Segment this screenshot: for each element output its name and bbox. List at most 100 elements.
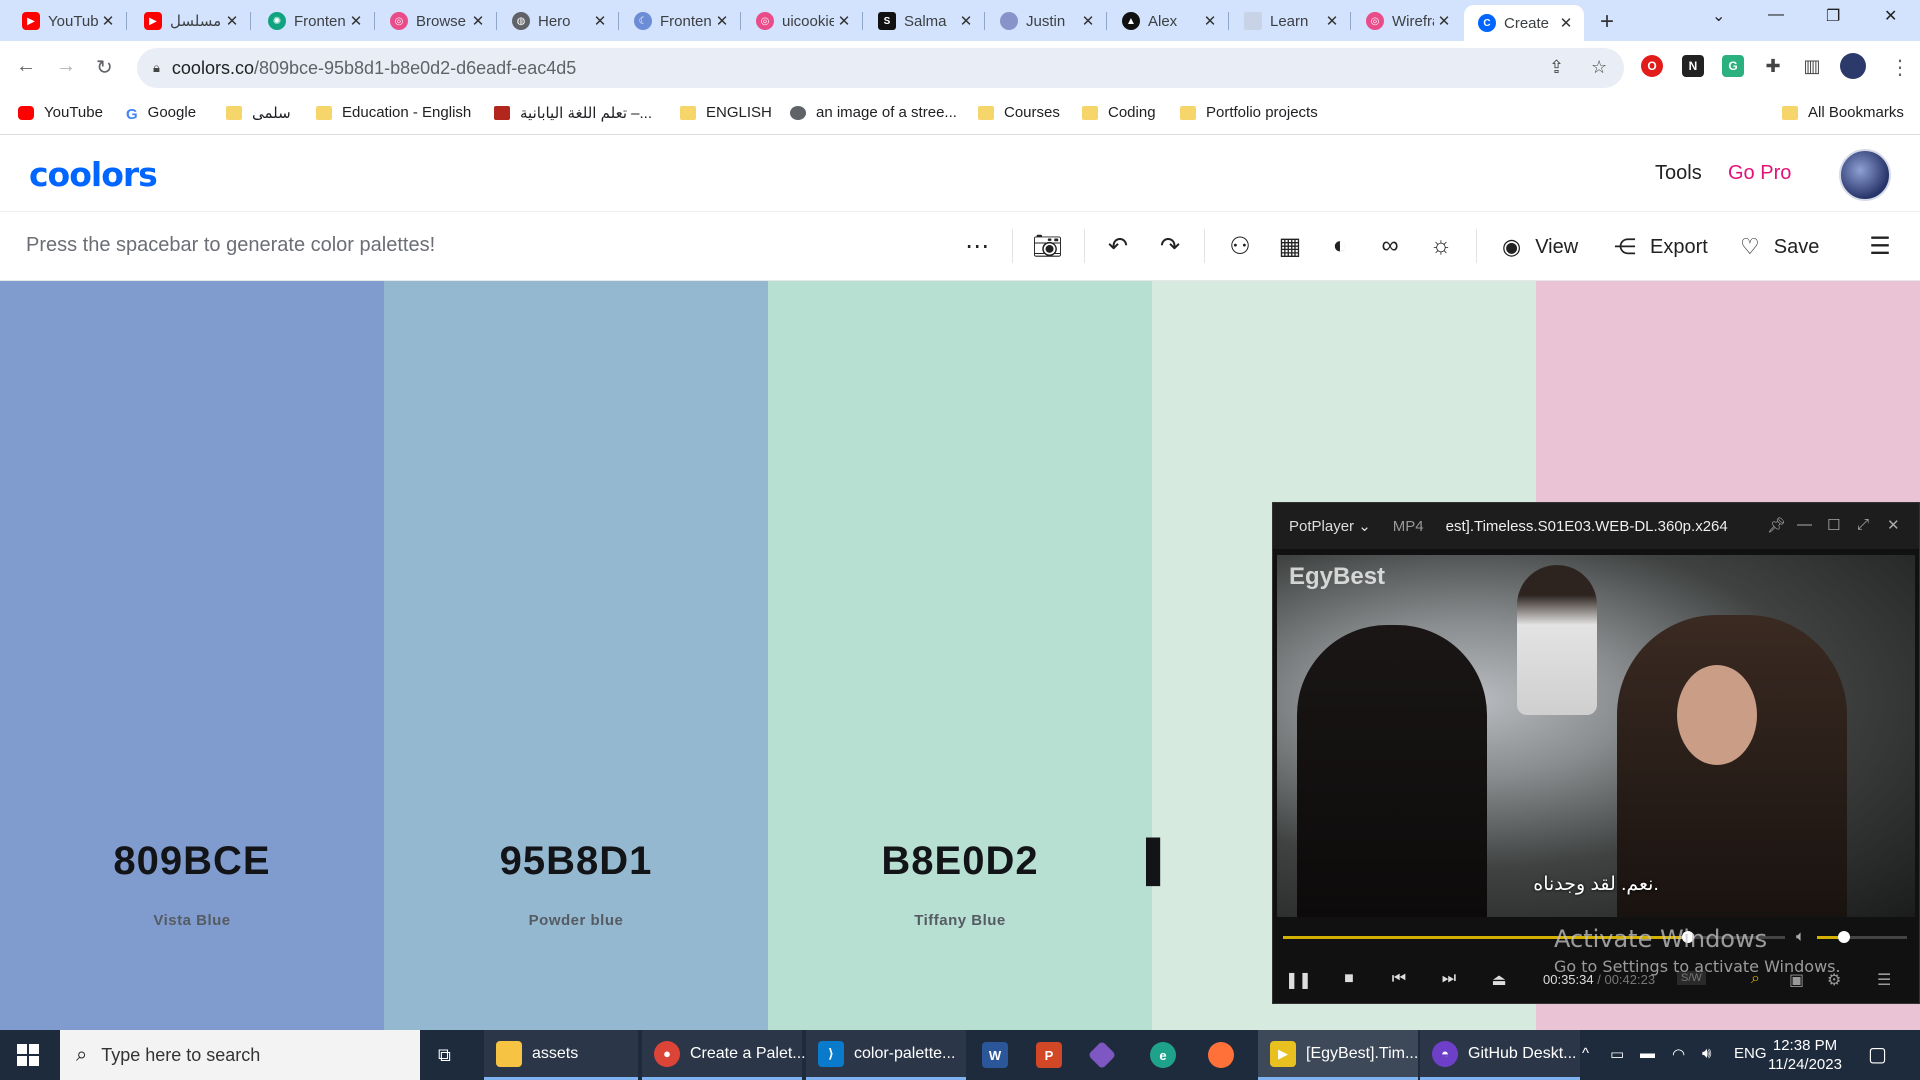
go-pro-link[interactable]: Go Pro: [1728, 162, 1791, 185]
notifications-icon[interactable]: ▢: [1868, 1042, 1887, 1067]
taskbar-app-github[interactable]: ◓ GitHub Deskt...: [1420, 1030, 1580, 1080]
close-tab-icon[interactable]: ✕: [834, 12, 854, 30]
glasses-icon[interactable]: ∞: [1375, 232, 1405, 260]
close-tab-icon[interactable]: ✕: [222, 12, 242, 30]
browser-tab[interactable]: Justin ✕: [986, 6, 1107, 36]
browser-tab[interactable]: ✺ Frontend ✕: [254, 6, 375, 36]
next-icon[interactable]: ⏭︎: [1437, 970, 1461, 988]
taskbar-app-edge[interactable]: e: [1138, 1030, 1188, 1080]
browser-tab[interactable]: ▶ YouTube ✕: [8, 6, 127, 36]
bookmark-image[interactable]: an image of a stree...: [790, 104, 957, 121]
language-indicator[interactable]: ENG: [1734, 1045, 1767, 1062]
chrome-menu-icon[interactable]: ⋮: [1890, 55, 1910, 80]
close-tab-icon[interactable]: ✕: [1434, 12, 1454, 30]
save-button[interactable]: ♡ Save: [1740, 234, 1819, 260]
new-tab-button[interactable]: +: [1600, 8, 1614, 36]
bookmark-youtube[interactable]: YouTube: [18, 104, 103, 121]
close-window-button[interactable]: ✕: [1884, 6, 1897, 26]
fullscreen-icon[interactable]: ⤢: [1857, 516, 1869, 533]
notion-extension-icon[interactable]: N: [1682, 55, 1704, 77]
tools-link[interactable]: Tools: [1655, 162, 1702, 185]
minimize-button[interactable]: —: [1768, 6, 1784, 24]
close-tab-icon[interactable]: ✕: [1200, 12, 1220, 30]
side-panel-icon[interactable]: ▥: [1801, 55, 1823, 77]
windows-start-icon[interactable]: [17, 1044, 39, 1066]
browser-tab[interactable]: ☾ Frontend ✕: [620, 6, 741, 36]
color-swatch[interactable]: B8E0D2 Tiffany Blue: [768, 281, 1152, 1030]
bookmark-folder[interactable]: Education - English: [316, 104, 471, 121]
share-icon[interactable]: ⇪: [1549, 57, 1564, 78]
color-swatch[interactable]: 95B8D1 Powder blue: [384, 281, 768, 1030]
volume-bar-rest[interactable]: [1844, 936, 1907, 939]
taskbar-app-chrome[interactable]: ● Create a Palet...: [642, 1030, 806, 1080]
hamburger-menu-icon[interactable]: ☰: [1865, 232, 1895, 261]
restore-button[interactable]: ❐: [1826, 6, 1840, 26]
close-icon[interactable]: ✕: [1887, 516, 1900, 534]
taskbar-app-word[interactable]: W: [970, 1030, 1020, 1080]
view-button[interactable]: ◉ View: [1502, 234, 1578, 260]
close-tab-icon[interactable]: ✕: [98, 12, 118, 30]
browser-tab[interactable]: ◎ uicookies ✕: [742, 6, 863, 36]
taskbar-app-explorer[interactable]: assets: [484, 1030, 638, 1080]
potplayer-titlebar[interactable]: PotPlayer ⌄ MP4 est].Timeless.S01E03.WEB…: [1273, 503, 1919, 549]
profile-avatar[interactable]: [1840, 53, 1866, 79]
undo-icon[interactable]: ↶: [1103, 232, 1133, 261]
browser-tab[interactable]: S Salma ✕: [864, 6, 985, 36]
coolors-logo[interactable]: coolors: [29, 155, 158, 194]
bookmark-star-icon[interactable]: ☆: [1591, 57, 1607, 78]
all-bookmarks[interactable]: All Bookmarks: [1782, 104, 1904, 121]
previous-icon[interactable]: ⏮︎: [1387, 970, 1411, 988]
bookmark-folder[interactable]: Coding: [1082, 104, 1156, 121]
browser-tab[interactable]: ▲ Alex ✕: [1108, 6, 1229, 36]
close-tab-icon[interactable]: ✕: [468, 12, 488, 30]
wifi-icon[interactable]: ◠: [1672, 1045, 1685, 1063]
browser-tab[interactable]: ◎ Wireframe ✕: [1352, 6, 1462, 36]
show-hidden-icons[interactable]: ^: [1582, 1045, 1589, 1062]
forward-button[interactable]: →: [56, 55, 76, 78]
reload-button[interactable]: ↻: [96, 55, 113, 80]
bookmark-folder[interactable]: سلمى: [226, 104, 291, 122]
bookmark-folder[interactable]: Portfolio projects: [1180, 104, 1318, 121]
minimize-icon[interactable]: —: [1797, 516, 1812, 533]
lock-icon[interactable]: 🔒︎: [153, 60, 160, 76]
taskbar-app-potplayer[interactable]: ▶ [EgyBest].Tim...: [1258, 1030, 1418, 1080]
camera-icon[interactable]: 📷︎: [1032, 232, 1062, 261]
swatch-hex[interactable]: 809BCE: [0, 839, 384, 884]
swatch-hex[interactable]: B8E0D2: [768, 839, 1152, 884]
close-tab-icon[interactable]: ✕: [346, 12, 366, 30]
taskbar-app-git[interactable]: [1080, 1030, 1130, 1080]
grid-icon[interactable]: ▦: [1275, 232, 1305, 261]
grammar-extension-icon[interactable]: G: [1722, 55, 1744, 77]
taskbar-app-powerpoint[interactable]: P: [1024, 1030, 1074, 1080]
taskbar-clock[interactable]: 12:38 PM 11/24/2023: [1768, 1036, 1842, 1074]
brightness-icon[interactable]: ☼: [1426, 232, 1456, 260]
opera-extension-icon[interactable]: O: [1641, 55, 1663, 77]
redo-icon[interactable]: ↷: [1155, 232, 1185, 261]
address-bar[interactable]: 🔒︎ coolors.co/809bce-95b8d1-b8e0d2-d6ead…: [137, 48, 1624, 88]
bookmark-japanese[interactable]: تعلم اللغة اليابانية –...: [494, 104, 652, 122]
pin-icon[interactable]: 📌︎: [1767, 516, 1786, 534]
close-tab-icon[interactable]: ✕: [956, 12, 976, 30]
color-swatch[interactable]: 809BCE Vista Blue: [0, 281, 384, 1030]
menu-icon[interactable]: ☰: [1877, 970, 1891, 990]
user-avatar[interactable]: [1839, 149, 1891, 201]
close-tab-icon[interactable]: ✕: [1556, 14, 1576, 32]
video-frame[interactable]: EgyBest نعم. لقد وجدناه.: [1277, 555, 1915, 917]
taskbar-app-firefox[interactable]: [1196, 1030, 1246, 1080]
volume-icon[interactable]: 🔊︎: [1702, 1045, 1711, 1062]
close-tab-icon[interactable]: ✕: [1078, 12, 1098, 30]
bookmark-google[interactable]: G Google: [126, 104, 196, 123]
battery-icon[interactable]: ▬: [1640, 1045, 1655, 1062]
task-view-icon[interactable]: ⧉: [438, 1045, 451, 1066]
meet-now-icon[interactable]: ▭: [1610, 1045, 1624, 1063]
more-options-icon[interactable]: ⋯: [962, 232, 992, 261]
bookmark-folder[interactable]: ENGLISH: [680, 104, 772, 121]
maximize-icon[interactable]: ☐: [1827, 516, 1840, 534]
taskbar-search-box[interactable]: ⌕ Type here to search: [60, 1030, 420, 1080]
potplayer-menu[interactable]: PotPlayer ⌄: [1289, 517, 1371, 535]
contrast-icon[interactable]: ◐: [1325, 232, 1355, 260]
browser-tab[interactable]: ◎ Browse ✕: [376, 6, 497, 36]
close-tab-icon[interactable]: ✕: [1322, 12, 1342, 30]
browser-tab[interactable]: ▶ مسلسل ✕: [130, 6, 251, 36]
extensions-puzzle-icon[interactable]: ✚: [1762, 55, 1784, 77]
